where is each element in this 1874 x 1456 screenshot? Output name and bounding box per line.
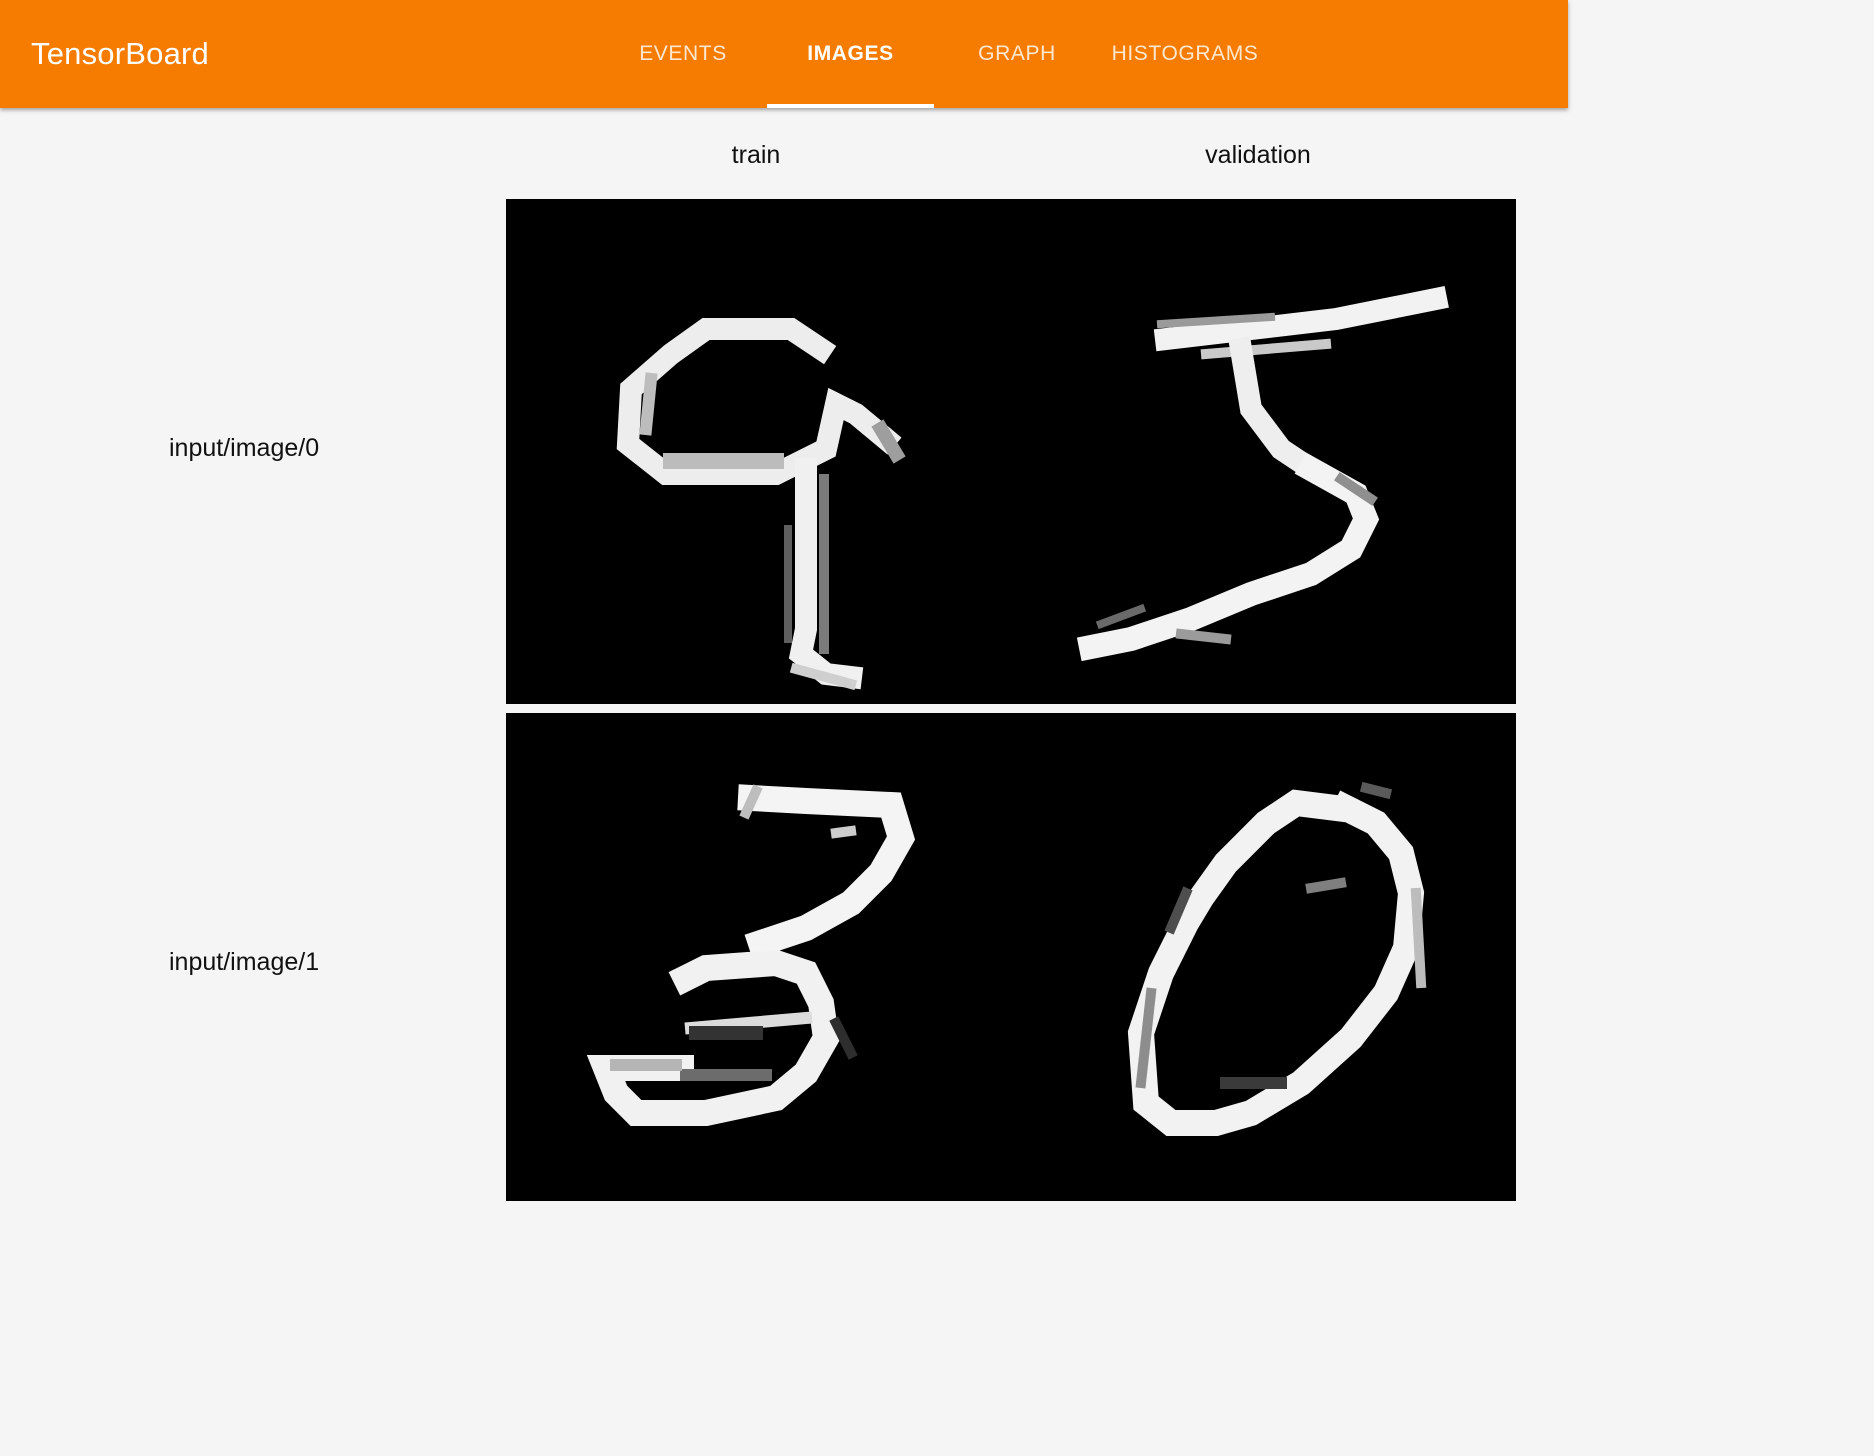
tab-graph[interactable]: GRAPH [956, 0, 1078, 108]
validation-image-digit-0[interactable] [1011, 713, 1516, 1201]
app-title: TensorBoard [31, 36, 209, 71]
image-row-0 [506, 199, 1516, 704]
top-app-bar: TensorBoard EVENTS IMAGES GRAPH HISTOGRA… [0, 0, 1568, 108]
tab-events[interactable]: EVENTS [620, 0, 746, 108]
tab-images[interactable]: IMAGES [767, 0, 934, 108]
tab-label: GRAPH [978, 42, 1056, 65]
row-label-image-1: input/image/1 [169, 948, 320, 976]
tab-label: IMAGES [807, 42, 894, 65]
train-image-digit-9[interactable] [506, 199, 1011, 704]
tab-label: HISTOGRAMS [1111, 42, 1259, 65]
train-image-digit-3[interactable] [506, 713, 1011, 1201]
tab-label: EVENTS [639, 42, 727, 65]
column-header-validation: validation [1205, 141, 1311, 169]
column-header-train: train [731, 141, 781, 169]
active-tab-indicator [767, 104, 934, 108]
row-label-image-0: input/image/0 [169, 434, 320, 462]
image-row-1 [506, 713, 1516, 1201]
validation-image-digit-5[interactable] [1011, 199, 1516, 704]
tab-histograms[interactable]: HISTOGRAMS [1098, 0, 1272, 108]
